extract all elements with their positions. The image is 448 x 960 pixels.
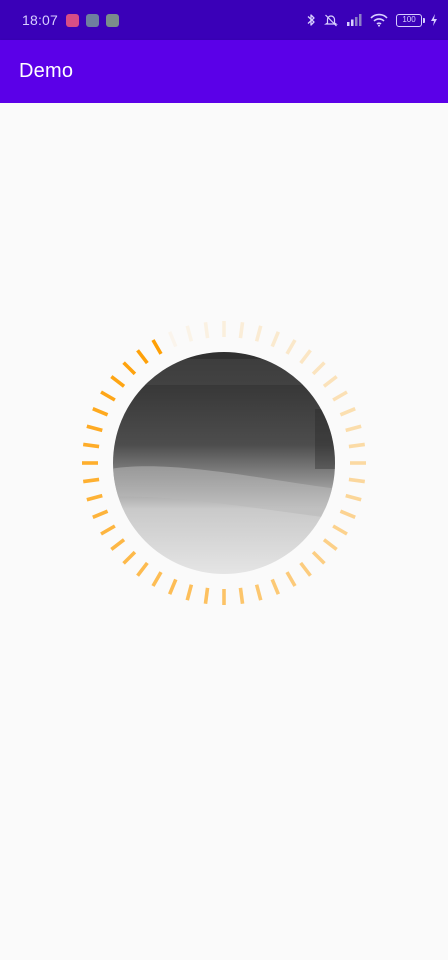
progress-tick: [339, 406, 356, 417]
progress-tick: [254, 584, 263, 601]
progress-tick: [348, 442, 366, 449]
progress-tick: [345, 493, 362, 502]
progress-tick: [348, 477, 366, 484]
progress-tick: [122, 361, 137, 376]
progress-tick: [339, 509, 356, 520]
progress-tick: [110, 375, 126, 388]
progress-tick: [167, 578, 178, 595]
progress-tick: [345, 424, 362, 433]
system-status-icons: 100: [306, 13, 438, 27]
progress-tick: [136, 349, 149, 365]
progress-tick: [311, 361, 326, 376]
progress-tick: [203, 321, 210, 339]
progress-tick: [322, 375, 338, 388]
status-bar: 18:07 100: [0, 0, 448, 40]
progress-tick: [238, 587, 245, 605]
progress-tick: [299, 561, 312, 577]
progress-tick: [86, 424, 103, 433]
video-app-icon: [66, 13, 80, 27]
progress-tick: [92, 406, 109, 417]
progress-tick: [270, 578, 281, 595]
content-area: [0, 103, 448, 960]
progress-tick: [82, 442, 100, 449]
progress-tick: [238, 321, 245, 339]
progress-tick: [285, 571, 297, 587]
progress-tick: [151, 571, 163, 587]
app-title: Demo: [19, 60, 74, 82]
progress-tick: [136, 561, 149, 577]
progress-tick: [86, 493, 103, 502]
app-bar: Demo: [0, 40, 448, 103]
progress-tick: [332, 390, 348, 402]
app-notification-icon: [86, 13, 100, 27]
mute-icon: [324, 13, 338, 27]
progress-tick: [92, 509, 109, 520]
bluetooth-icon: [306, 13, 316, 27]
signal-icon: [346, 13, 362, 27]
progress-tick: [82, 477, 100, 484]
progress-tick: [254, 325, 263, 342]
progress-tick: [285, 339, 297, 355]
progress-tick: [100, 390, 116, 402]
screen: 18:07 100 Demo: [0, 0, 448, 960]
progress-tick: [100, 524, 116, 536]
progress-tick: [299, 349, 312, 365]
charging-icon: [430, 13, 438, 27]
circular-loading-indicator: [82, 321, 366, 605]
blurred-photo: [113, 352, 335, 574]
battery-icon: 100: [396, 13, 425, 27]
progress-tick: [167, 331, 178, 348]
progress-tick: [110, 538, 126, 551]
progress-tick: [270, 331, 281, 348]
progress-tick: [185, 584, 194, 601]
progress-tick: [332, 524, 348, 536]
app-notification-icon: [106, 13, 120, 27]
wifi-icon: [370, 13, 388, 27]
progress-tick: [122, 550, 137, 565]
progress-tick: [151, 339, 163, 355]
progress-tick: [322, 538, 338, 551]
status-time: 18:07: [22, 12, 59, 28]
progress-tick: [185, 325, 194, 342]
progress-tick: [311, 550, 326, 565]
progress-tick: [203, 587, 210, 605]
